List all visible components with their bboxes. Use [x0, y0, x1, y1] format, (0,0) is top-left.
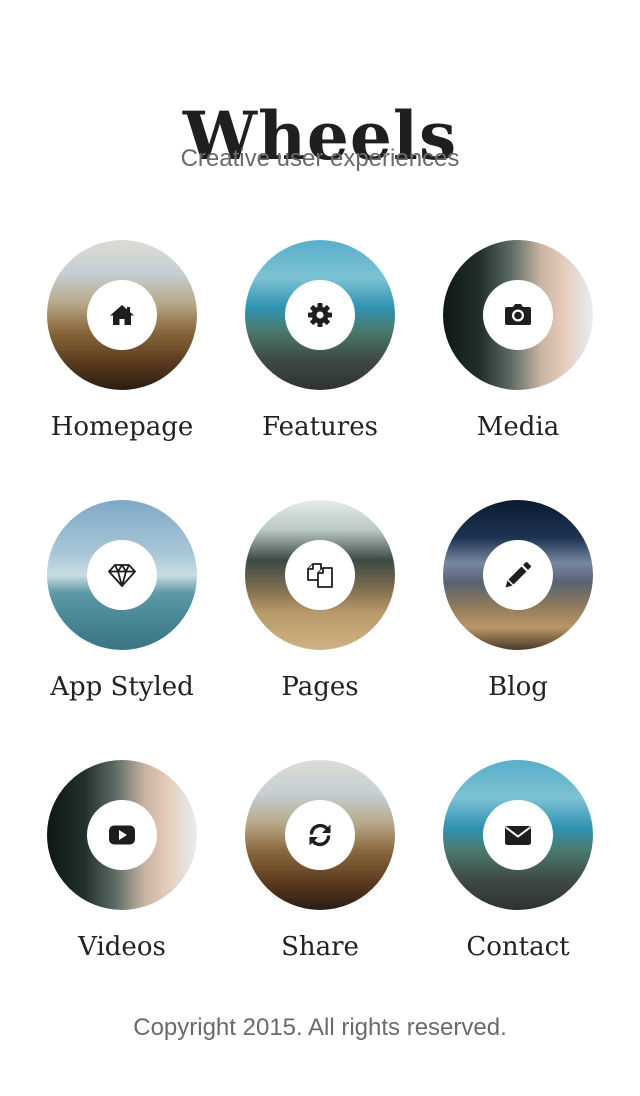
menu-item-photo [47, 760, 197, 910]
menu-item-homepage[interactable]: Homepage [22, 240, 222, 470]
menu-item-photo [443, 240, 593, 390]
menu-item-share[interactable]: Share [220, 760, 420, 990]
menu-item-media[interactable]: Media [418, 240, 618, 470]
icon-badge [483, 800, 553, 870]
refresh-icon [309, 823, 331, 847]
icon-badge [285, 280, 355, 350]
menu-item-pages[interactable]: Pages [220, 500, 420, 730]
menu-item-label: Share [281, 932, 359, 962]
menu-item-label: App Styled [50, 672, 194, 702]
diamond-icon [108, 564, 136, 587]
menu-item-label: Pages [281, 672, 359, 702]
menu-item-videos[interactable]: Videos [22, 760, 222, 990]
icon-badge [285, 800, 355, 870]
menu-item-blog[interactable]: Blog [418, 500, 618, 730]
icon-badge [87, 280, 157, 350]
menu-item-photo [443, 500, 593, 650]
menu-item-label: Videos [78, 932, 166, 962]
menu-item-photo [245, 760, 395, 910]
menu-item-photo [47, 240, 197, 390]
menu-item-label: Contact [466, 932, 570, 962]
envelope-icon [505, 826, 531, 845]
menu-item-contact[interactable]: Contact [418, 760, 618, 990]
menu-item-photo [245, 500, 395, 650]
camera-icon [505, 304, 531, 325]
menu-item-label: Homepage [50, 412, 194, 442]
icon-badge [87, 800, 157, 870]
menu-item-photo [443, 760, 593, 910]
pencil-icon [505, 562, 531, 588]
copyright-text: Copyright 2015. All rights reserved. [133, 1014, 507, 1041]
menu-item-features[interactable]: Features [220, 240, 420, 470]
icon-badge [483, 280, 553, 350]
menu-item-photo [245, 240, 395, 390]
icon-badge [483, 540, 553, 610]
page-subtitle: Creative user experiences [180, 145, 460, 172]
pages-icon [307, 563, 333, 588]
menu-item-photo [47, 500, 197, 650]
youtube-play-icon [109, 825, 135, 845]
menu-item-app-styled[interactable]: App Styled [22, 500, 222, 730]
gear-icon [308, 303, 332, 327]
menu-item-label: Blog [488, 672, 548, 702]
icon-badge [285, 540, 355, 610]
menu-item-label: Features [262, 412, 378, 442]
home-icon [110, 305, 134, 325]
icon-badge [87, 540, 157, 610]
menu-item-label: Media [476, 412, 560, 442]
